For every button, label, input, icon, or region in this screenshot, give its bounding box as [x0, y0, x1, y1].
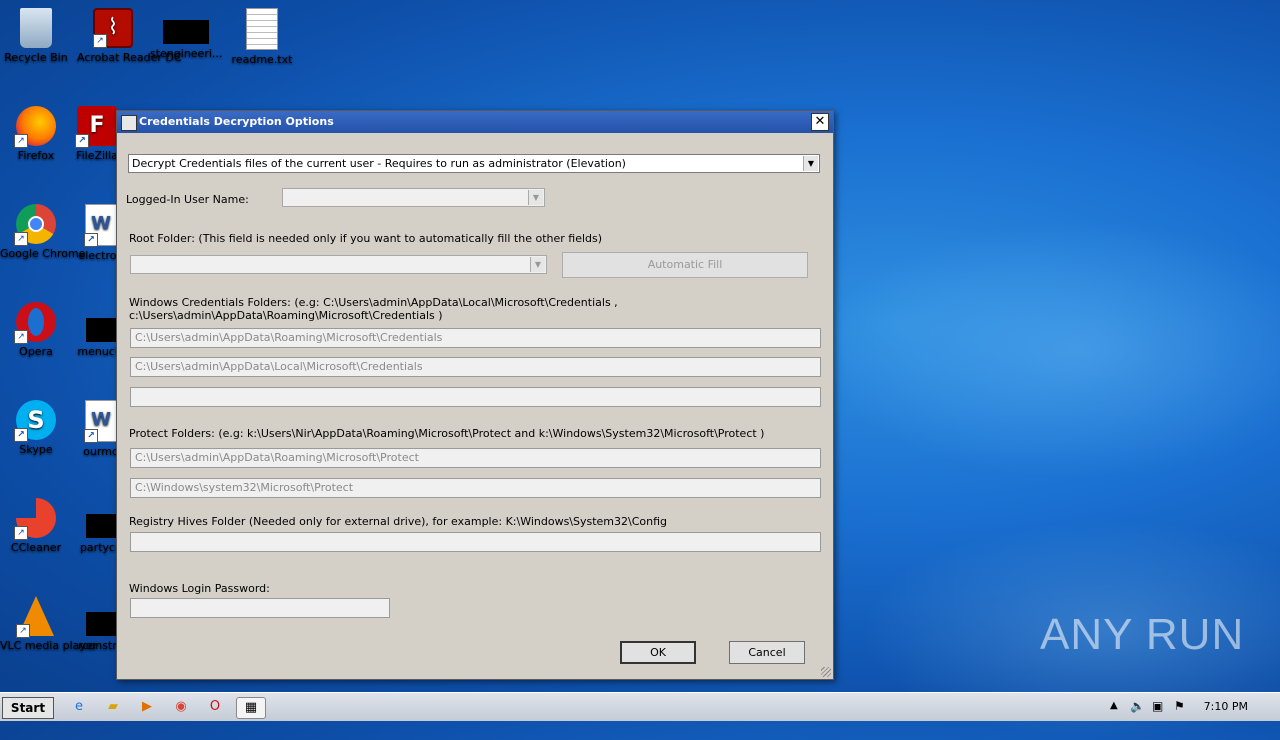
desktop-icon-recycle-bin[interactable]: Recycle Bin: [0, 8, 72, 64]
desktop-icon-acrobat[interactable]: ⌇ ↗ Acrobat Reader DC: [77, 8, 182, 64]
file-icon: [86, 514, 116, 538]
word-doc-icon: W ↗: [84, 204, 117, 247]
file-icon: [86, 612, 116, 636]
network-icon[interactable]: ▣: [1152, 699, 1163, 713]
desktop-icon-label: Skype: [19, 443, 53, 456]
start-button[interactable]: Start: [2, 697, 54, 719]
desktop-icon-chrome[interactable]: ↗ Google Chrome: [0, 204, 86, 260]
credentials-decryption-dialog: Credentials Decryption Options ✕ Decrypt…: [116, 110, 834, 680]
credentials-folder-input-1[interactable]: C:\Users\admin\AppData\Roaming\Microsoft…: [130, 328, 821, 348]
close-icon: ✕: [814, 114, 826, 129]
file-icon: [86, 318, 116, 342]
app-icon: [121, 115, 137, 131]
text-file-icon: [246, 8, 278, 50]
file-icon: [163, 20, 209, 44]
folder-icon[interactable]: ▰: [102, 697, 124, 717]
flag-icon[interactable]: ⚑: [1174, 699, 1185, 713]
chevron-down-icon[interactable]: ▼: [528, 190, 543, 205]
credentials-folder-input-3[interactable]: [130, 387, 821, 407]
app-taskbar-icon[interactable]: ▦: [236, 697, 266, 719]
cancel-button[interactable]: Cancel: [729, 641, 805, 664]
desktop-icon-readme[interactable]: readme.txt: [226, 8, 298, 66]
dialog-title: Credentials Decryption Options: [139, 115, 334, 128]
chevron-up-icon[interactable]: ▲: [1110, 700, 1118, 711]
windows-credentials-label-line2: c:\Users\admin\AppData\Roaming\Microsoft…: [129, 309, 443, 322]
desktop-icon-label: CCleaner: [10, 541, 62, 554]
chrome-icon: ↗: [14, 204, 56, 246]
dialog-titlebar[interactable]: Credentials Decryption Options ✕: [117, 111, 833, 133]
acrobat-icon: ⌇ ↗: [93, 8, 133, 48]
chevron-down-icon[interactable]: ▼: [803, 156, 818, 171]
logged-in-user-select[interactable]: ▼: [282, 188, 545, 207]
system-tray: ▲ 🔈 ▣ ⚑ 7:10 PM: [1104, 693, 1280, 721]
registry-hives-label: Registry Hives Folder (Needed only for e…: [129, 515, 668, 528]
credentials-folder-input-2[interactable]: C:\Users\admin\AppData\Local\Microsoft\C…: [130, 357, 821, 377]
protect-folder-input-1[interactable]: C:\Users\admin\AppData\Roaming\Microsoft…: [130, 448, 821, 468]
opera-taskbar-icon[interactable]: O: [204, 697, 226, 717]
filezilla-icon: F ↗: [75, 106, 117, 148]
watermark: ANY RUN: [1040, 610, 1245, 659]
ccleaner-icon: ↗: [14, 498, 56, 540]
decryption-mode-select[interactable]: Decrypt Credentials files of the current…: [128, 154, 820, 173]
desktop-icon-label: Google Chrome: [0, 247, 86, 260]
ok-button[interactable]: OK: [620, 641, 696, 664]
chevron-down-icon[interactable]: ▼: [530, 257, 545, 272]
desktop-icon-skype[interactable]: S ↗ Skype: [0, 400, 72, 456]
root-folder-label: Root Folder: (This field is needed only …: [129, 232, 603, 245]
windows-login-password-input[interactable]: [130, 598, 390, 618]
close-button[interactable]: ✕: [811, 113, 829, 131]
chrome-taskbar-icon[interactable]: ◉: [170, 697, 192, 717]
registry-hives-input[interactable]: [130, 532, 821, 552]
speaker-icon[interactable]: 🔈: [1130, 699, 1145, 713]
opera-icon: ↗: [14, 302, 56, 344]
logged-in-user-label: Logged-In User Name:: [126, 193, 249, 206]
resize-grip[interactable]: [821, 667, 831, 677]
desktop-icon-label: stengineeri...: [150, 47, 223, 60]
media-player-icon[interactable]: ▶: [136, 697, 158, 717]
desktop-icon-label: Recycle Bin: [4, 51, 68, 64]
protect-folder-input-2[interactable]: C:\Windows\system32\Microsoft\Protect: [130, 478, 821, 498]
skype-icon: S ↗: [14, 400, 56, 442]
desktop-icon-ccleaner[interactable]: ↗ CCleaner: [0, 498, 72, 554]
windows-credentials-label-line1: Windows Credentials Folders: (e.g: C:\Us…: [129, 296, 618, 309]
desktop-icon-label: VLC media player: [0, 639, 98, 652]
desktop-icon-label: readme.txt: [231, 53, 293, 66]
desktop-icon-stengineering[interactable]: stengineeri...: [150, 20, 222, 60]
clock[interactable]: 7:10 PM: [1204, 700, 1248, 713]
root-folder-select[interactable]: ▼: [130, 255, 547, 274]
protect-folders-label: Protect Folders: (e.g: k:\Users\Nir\AppD…: [129, 427, 765, 440]
desktop-icon-vlc[interactable]: ↗ VLC media player: [0, 596, 98, 652]
start-label: Start: [10, 701, 46, 715]
ie-icon[interactable]: e: [68, 697, 90, 717]
taskbar: Start e ▰ ▶ ◉ O ▦ ▲ 🔈 ▣ ⚑ 7:10 PM: [0, 692, 1280, 721]
desktop-icon-opera[interactable]: ↗ Opera: [0, 302, 72, 358]
decryption-mode-value: Decrypt Credentials files of the current…: [132, 157, 626, 170]
firefox-icon: ↗: [14, 106, 56, 148]
desktop-icon-label: Acrobat Reader DC: [77, 51, 182, 64]
vlc-icon: ↗: [16, 596, 54, 638]
recycle-bin-icon: [20, 8, 52, 48]
windows-login-password-label: Windows Login Password:: [129, 582, 270, 595]
word-doc-icon: W ↗: [84, 400, 117, 443]
desktop-icon-label: Opera: [19, 345, 53, 358]
automatic-fill-button[interactable]: Automatic Fill: [562, 252, 808, 278]
